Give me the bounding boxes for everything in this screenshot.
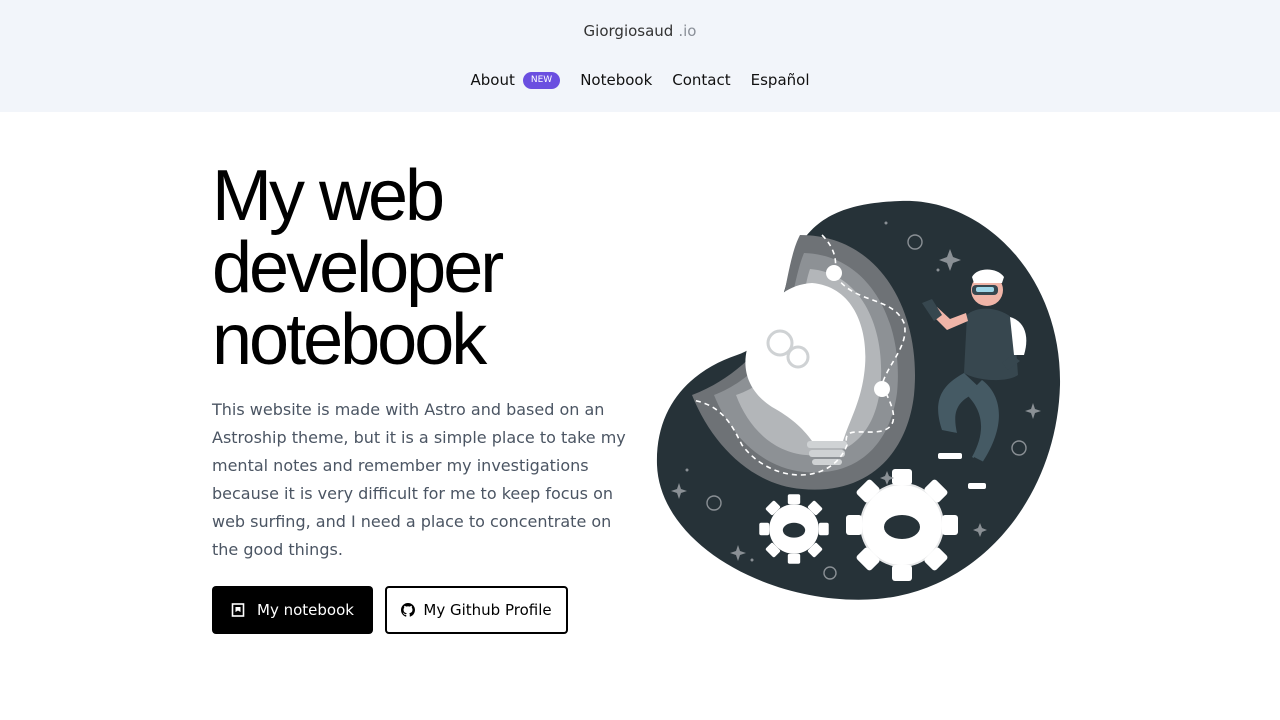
nav-item-label: Notebook (580, 71, 653, 89)
nav-item-label: About (470, 71, 515, 89)
notebook-icon (231, 603, 245, 617)
hero-title: My web developer notebook (212, 160, 642, 376)
hero-title-line: notebook (212, 300, 487, 380)
notebook-button-label: My notebook (257, 601, 354, 619)
nav-item-about[interactable]: About NEW (471, 70, 561, 90)
new-badge: NEW (522, 71, 561, 89)
github-button-label: My Github Profile (423, 601, 552, 619)
site-header: Giorgiosaud .io About NEW Notebook Contac… (0, 0, 1280, 112)
brand-logo[interactable]: Giorgiosaud .io (0, 22, 1280, 40)
nav-item-notebook[interactable]: Notebook (580, 70, 652, 90)
nav-item-contact[interactable]: Contact (672, 70, 730, 90)
nav-item-label: Contact (672, 71, 731, 89)
hero-illustration (656, 200, 1061, 600)
github-icon (401, 603, 416, 617)
notebook-button[interactable]: My notebook (212, 586, 373, 634)
brand-tld: .io (678, 22, 697, 40)
main-nav: About NEW Notebook Contact Español (0, 70, 1280, 90)
nav-item-language[interactable]: Español (751, 70, 810, 90)
nav-item-label: Español (750, 71, 810, 89)
hero-title-line: developer (212, 228, 504, 308)
hero-description: This website is made with Astro and base… (212, 400, 626, 559)
github-profile-button[interactable]: My Github Profile (385, 586, 568, 634)
brand-name[interactable]: Giorgiosaud (584, 22, 674, 40)
hero-title-line: My web (212, 156, 445, 236)
